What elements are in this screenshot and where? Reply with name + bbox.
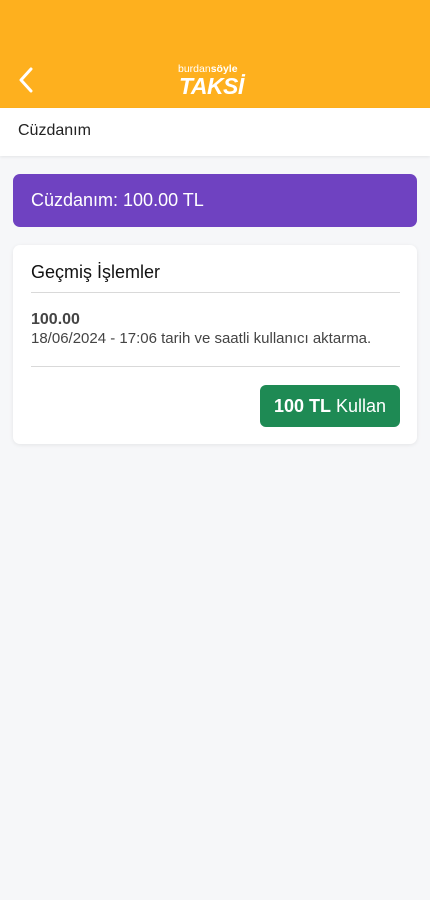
transaction-history-card: Geçmiş İşlemler 100.00 18/06/2024 - 17:0…	[13, 245, 417, 444]
app-header: burdansöyle TAKSİ	[0, 0, 430, 108]
wallet-balance-banner: Cüzdanım: 100.00 TL	[13, 174, 417, 227]
transaction-description: 18/06/2024 - 17:06 tarih ve saatli kulla…	[31, 330, 372, 347]
wallet-balance-text: Cüzdanım: 100.00 TL	[31, 190, 204, 210]
page-title: Cüzdanım	[18, 122, 91, 139]
history-title: Geçmiş İşlemler	[31, 262, 161, 282]
divider	[31, 292, 400, 293]
transaction-amount: 100.00	[31, 311, 80, 328]
use-balance-button[interactable]: 100 TL Kullan	[260, 385, 400, 427]
chevron-left-icon	[19, 67, 33, 93]
app-logo: burdansöyle TAKSİ	[178, 64, 254, 99]
back-button[interactable]	[12, 62, 40, 98]
use-button-amount: 100 TL	[273, 395, 331, 416]
divider	[31, 366, 400, 367]
logo-wordmark: TAKSİ	[179, 73, 244, 99]
page-header: Cüzdanım	[0, 108, 430, 156]
use-button-label: Kullan	[335, 395, 387, 416]
